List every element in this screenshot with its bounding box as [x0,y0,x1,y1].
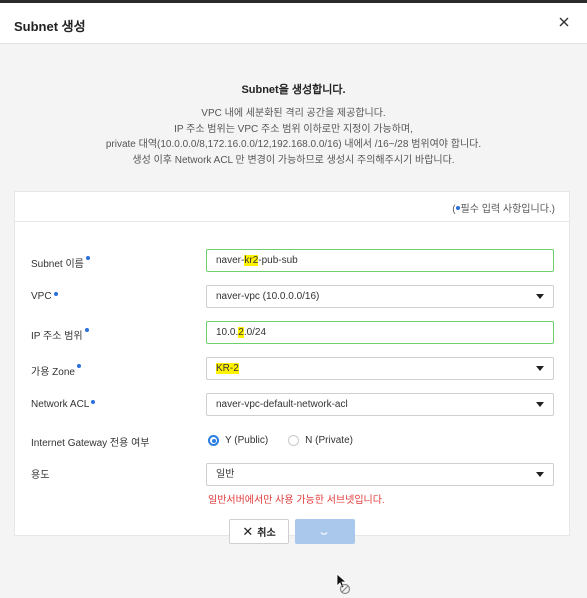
intro-description: VPC 내에 세분화된 격리 공간을 제공합니다. IP 주소 범위는 VPC … [0,106,587,168]
intro-line: IP 주소 범위는 VPC 주소 범위 이하로만 지정이 가능하며, [174,123,413,135]
required-dot-icon [76,364,81,368]
internet-gateway-radio-group: Y (Public) N (Private) [208,435,373,446]
usage-warning: 일반서버에서만 사용 가능한 서브넷입니다. [208,495,385,506]
modal-body: Subnet을 생성합니다. VPC 내에 세분화된 격리 공간을 제공합니다.… [0,44,587,598]
radio-public[interactable] [208,435,219,446]
modal-title: Subnet 생성 [14,19,86,34]
required-dot-icon [85,256,90,260]
required-dot-icon [53,292,58,296]
zone-label: 가용 Zone [31,363,81,378]
radio-public-label[interactable]: Y (Public) [225,435,268,446]
loading-spinner-icon [320,532,328,535]
intro-title: Subnet을 생성합니다. [241,84,346,96]
required-dot-icon [84,328,89,332]
zone-select[interactable]: KR-2 [206,357,554,380]
radio-private[interactable] [288,435,300,446]
close-button[interactable] [555,13,573,31]
create-button[interactable] [295,519,355,544]
internet-gateway-label: Internet Gateway 전용 여부 [31,438,150,449]
close-icon: ✕ [242,523,254,539]
required-dot-icon [455,206,460,211]
vpc-select[interactable]: naver-vpc (10.0.0.0/16) [206,285,554,308]
form-panel: (필수 입력 사항입니다.) Subnet 이름 naver-kr2-pub-s… [14,191,570,536]
ip-range-input[interactable]: 10.0.2.0/24 [206,321,554,344]
network-acl-label: Network ACL [31,399,96,410]
vpc-label: VPC [31,291,58,302]
subnet-name-label: Subnet 이름 [31,255,90,270]
network-acl-select[interactable]: naver-vpc-default-network-acl [206,393,554,416]
modal-header: Subnet 생성 [0,3,587,44]
intro-line: private 대역(10.0.0.0/8,172.16.0.0/12,192.… [105,139,482,150]
intro-line: VPC 내에 세분화된 격리 공간을 제공합니다. [201,108,386,119]
cancel-button[interactable]: ✕ 취소 [229,519,289,544]
ip-range-label: IP 주소 범위 [31,327,89,342]
subnet-name-input[interactable]: naver-kr2-pub-sub [206,249,554,272]
intro-line: 생성 이후 Network ACL 만 변경이 가능하므로 생성시 주의해주시기… [132,154,455,166]
usage-select[interactable]: 일반 [206,463,554,486]
close-icon [559,17,569,27]
cancel-label: 취소 [257,528,276,539]
usage-label: 용도 [31,470,50,481]
required-note: (필수 입력 사항입니다.) [452,204,555,215]
divider [15,221,569,222]
radio-private-label[interactable]: N (Private) [305,435,353,446]
required-dot-icon [91,400,96,404]
mouse-pointer-icon [336,573,351,595]
